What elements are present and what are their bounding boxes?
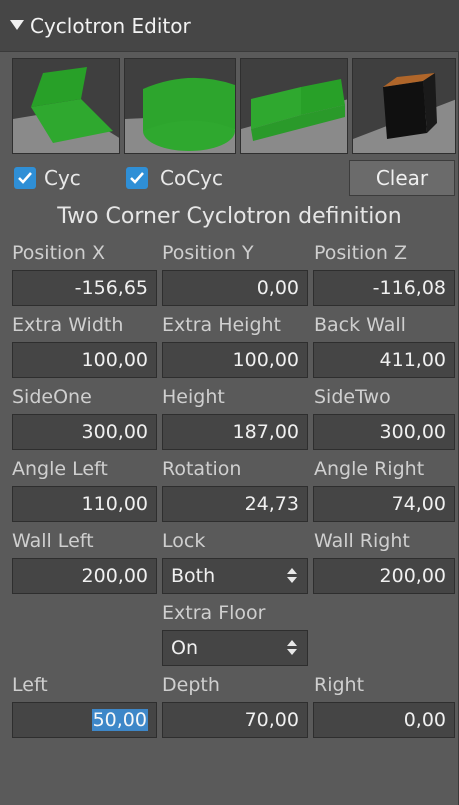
side-one-label: SideOne [12, 386, 92, 408]
extra-height-input[interactable]: 100,00 [162, 342, 308, 378]
position-y-label: Position Y [162, 242, 254, 264]
rotation-input[interactable]: 24,73 [162, 486, 308, 522]
two-corner-cyc-preset-icon [241, 79, 347, 153]
clear-button[interactable]: Clear [349, 160, 455, 196]
extra-floor-select-value: On [171, 637, 198, 659]
side-one-input[interactable]: 300,00 [12, 414, 157, 450]
height-label: Height [162, 386, 225, 408]
position-y-input[interactable]: 0,00 [162, 270, 308, 306]
position-z-input[interactable]: -116,08 [313, 270, 455, 306]
side-two-input[interactable]: 300,00 [313, 414, 455, 450]
height-input[interactable]: 187,00 [162, 414, 308, 450]
extra-height-label: Extra Height [162, 314, 282, 336]
angle-right-input[interactable]: 74,00 [313, 486, 455, 522]
checkmark-icon [18, 172, 32, 184]
updown-arrows-icon [287, 639, 297, 657]
wall-left-input[interactable]: 200,00 [12, 558, 157, 594]
extra-floor-label: Extra Floor [162, 602, 266, 624]
extra-width-input[interactable]: 100,00 [12, 342, 157, 378]
extra-width-label: Extra Width [12, 314, 124, 336]
preset-single-wall-button[interactable] [12, 58, 120, 154]
wall-right-input[interactable]: 200,00 [313, 558, 455, 594]
angle-right-label: Angle Right [314, 458, 425, 480]
back-wall-input[interactable]: 411,00 [313, 342, 455, 378]
position-x-label: Position X [12, 242, 106, 264]
lock-select-value: Both [171, 565, 216, 587]
depth-label: Depth [162, 674, 220, 696]
preset-curved-cyc-button[interactable] [124, 58, 236, 154]
cyc-checkbox-label[interactable]: Cyc [44, 163, 81, 193]
panel-title: Cyclotron Editor [30, 14, 191, 38]
right-label: Right [314, 674, 365, 696]
rotation-label: Rotation [162, 458, 242, 480]
wall-right-label: Wall Right [314, 530, 410, 552]
lock-select[interactable]: Both [162, 558, 308, 594]
curved-cyc-preset-icon [125, 77, 235, 153]
cyc-checkbox[interactable] [14, 167, 36, 189]
right-input[interactable]: 0,00 [313, 702, 455, 738]
cocyc-checkbox[interactable] [126, 167, 148, 189]
collapse-triangle-icon[interactable] [10, 20, 24, 30]
back-wall-label: Back Wall [314, 314, 406, 336]
position-x-input[interactable]: -156,65 [12, 270, 157, 306]
left-input[interactable]: 50,00 [12, 702, 157, 738]
definition-title: Two Corner Cyclotron definition [57, 204, 402, 229]
angle-left-input[interactable]: 110,00 [12, 486, 157, 522]
side-two-label: SideTwo [314, 386, 391, 408]
cocyc-checkbox-label[interactable]: CoCyc [160, 163, 223, 193]
wall-left-label: Wall Left [12, 530, 94, 552]
preset-block-object-button[interactable] [352, 58, 456, 154]
lock-label: Lock [162, 530, 206, 552]
cyclotron-editor-panel: Cyclotron Editor Cyc CoCyc Clear Two Cor… [0, 0, 459, 805]
position-z-label: Position Z [314, 242, 408, 264]
left-label: Left [12, 674, 48, 696]
checkmark-icon [130, 172, 144, 184]
depth-input[interactable]: 70,00 [162, 702, 308, 738]
left-input-selected-text: 50,00 [91, 709, 148, 731]
updown-arrows-icon [287, 567, 297, 585]
panel-header[interactable]: Cyclotron Editor [0, 0, 459, 52]
preset-two-corner-button[interactable] [240, 58, 348, 154]
single-wall-cyc-preset-icon [13, 67, 119, 153]
angle-left-label: Angle Left [12, 458, 108, 480]
extra-floor-select[interactable]: On [162, 630, 308, 666]
block-object-preset-icon [353, 73, 455, 153]
